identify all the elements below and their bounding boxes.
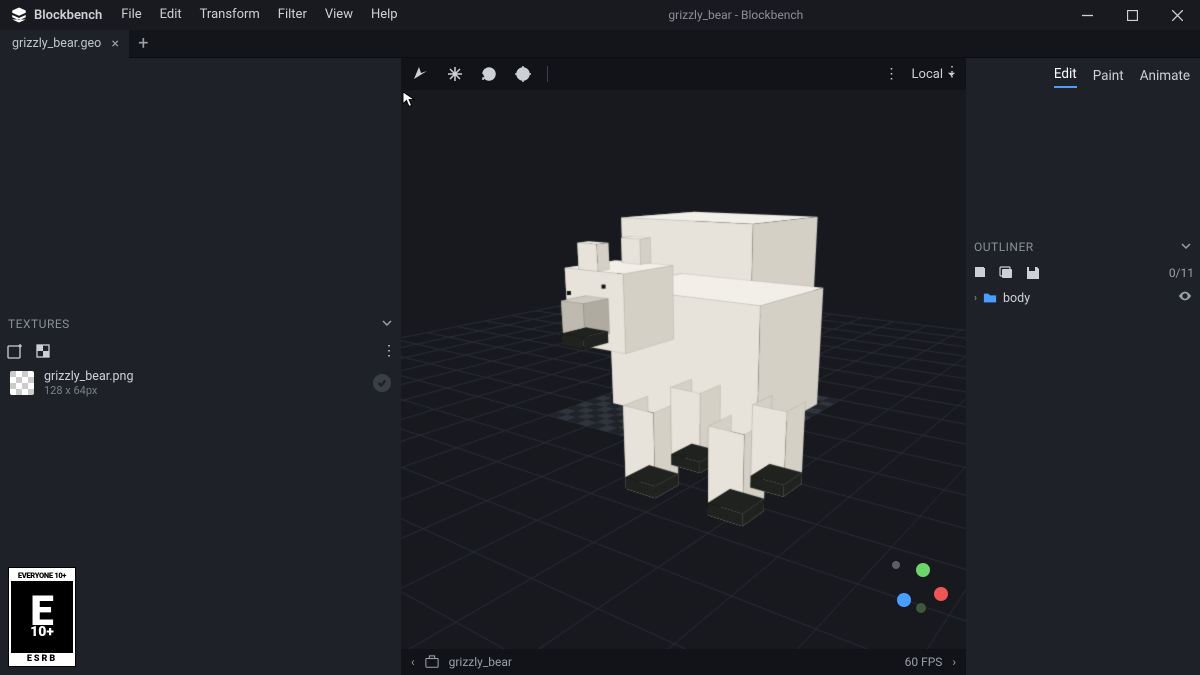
pivot-tool-icon[interactable] <box>513 64 533 84</box>
add-texture-button[interactable] <box>6 342 24 360</box>
viewport-overflow-icon[interactable]: ⋮ <box>945 64 958 80</box>
texture-item[interactable]: grizzly_bear.png 128 x 64px <box>0 365 401 401</box>
menu-help[interactable]: Help <box>362 0 407 30</box>
add-cube-button[interactable] <box>972 264 990 282</box>
esrb-rating: EVERYONE 10+ <box>11 570 73 582</box>
menu-transform[interactable]: Transform <box>191 0 269 30</box>
textures-toolbar: ⋮ <box>0 337 401 365</box>
close-tab-icon[interactable]: × <box>107 36 123 52</box>
viewport-panel: ⋮ Local ⋮ ‹ <box>401 58 966 675</box>
textures-overflow-icon[interactable]: ⋮ <box>382 343 395 359</box>
status-bar: ‹ grizzly_bear 60 FPS › <box>401 649 966 675</box>
new-tab-button[interactable]: + <box>129 30 157 58</box>
outliner-item-label: body <box>1003 291 1030 306</box>
3d-viewport[interactable] <box>401 90 966 649</box>
mode-paint[interactable]: Paint <box>1093 68 1124 88</box>
outliner-count: 0/11 <box>1169 266 1194 280</box>
chevron-down-icon[interactable] <box>1180 240 1192 255</box>
mode-animate[interactable]: Animate <box>1140 68 1190 88</box>
add-group-button[interactable] <box>998 264 1016 282</box>
save-outliner-button[interactable] <box>1024 264 1042 282</box>
file-tabs: grizzly_bear.geo × + <box>0 30 1200 58</box>
chevron-down-icon[interactable] <box>381 317 393 332</box>
model-icon <box>425 655 439 669</box>
texture-applied-icon[interactable] <box>373 374 391 392</box>
left-panel: TEXTURES ⋮ grizzly_bear.png 128 x 64px E… <box>0 58 401 675</box>
transform-space-label: Local <box>912 67 943 82</box>
axis-neg-y-icon[interactable] <box>916 603 926 613</box>
next-button[interactable]: › <box>952 655 956 669</box>
esrb-letter: E <box>30 595 54 629</box>
move-tool-icon[interactable] <box>411 64 431 84</box>
create-texture-button[interactable] <box>34 342 52 360</box>
minimize-button[interactable] <box>1065 0 1110 30</box>
app-name: Blockbench <box>34 8 102 23</box>
outliner-title: OUTLINER <box>974 240 1034 254</box>
main-menu: File Edit Transform Filter View Help <box>112 0 406 30</box>
mode-edit[interactable]: Edit <box>1054 66 1077 88</box>
texture-name: grizzly_bear.png <box>44 369 363 384</box>
prev-button[interactable]: ‹ <box>411 655 415 669</box>
outliner-header[interactable]: OUTLINER <box>966 234 1200 260</box>
maximize-button[interactable] <box>1110 0 1155 30</box>
viewport-toolbar: ⋮ Local ⋮ <box>401 58 966 90</box>
blockbench-icon <box>10 6 28 24</box>
folder-icon <box>983 291 997 305</box>
esrb-brand: ESRB <box>11 653 73 664</box>
texture-thumbnail <box>10 371 34 395</box>
close-button[interactable] <box>1155 0 1200 30</box>
outliner-item[interactable]: › body <box>966 286 1200 310</box>
menu-file[interactable]: File <box>112 0 150 30</box>
orientation-gizmo[interactable] <box>892 561 948 617</box>
esrb-badge: EVERYONE 10+ E 10+ ESRB <box>8 567 76 667</box>
right-panel: Edit Paint Animate OUTLINER 0/11 › body <box>966 58 1200 675</box>
status-model-name: grizzly_bear <box>449 655 512 669</box>
outliner-toolbar: 0/11 <box>966 260 1200 286</box>
app-logo: Blockbench <box>0 6 112 24</box>
axis-z-icon[interactable] <box>897 593 911 607</box>
esrb-age: 10+ <box>30 624 54 640</box>
textures-header[interactable]: TEXTURES <box>0 311 401 337</box>
texture-dimensions: 128 x 64px <box>44 384 363 397</box>
textures-title: TEXTURES <box>8 317 70 331</box>
viewport-cursor-icon <box>402 91 416 112</box>
menu-view[interactable]: View <box>316 0 362 30</box>
axis-y-icon[interactable] <box>916 563 930 577</box>
file-tab-label: grizzly_bear.geo <box>12 36 101 51</box>
window-controls <box>1065 0 1200 30</box>
expand-icon: › <box>974 293 977 304</box>
file-tab[interactable]: grizzly_bear.geo × <box>0 30 129 58</box>
menu-edit[interactable]: Edit <box>151 0 191 30</box>
resize-tool-icon[interactable] <box>445 64 465 84</box>
window-title: grizzly_bear - Blockbench <box>407 8 1065 22</box>
fps-counter: 60 FPS <box>905 655 943 669</box>
visibility-toggle[interactable] <box>1178 289 1192 307</box>
rotate-tool-icon[interactable] <box>479 64 499 84</box>
mode-tabs: Edit Paint Animate <box>966 58 1200 88</box>
axis-x-icon[interactable] <box>934 587 948 601</box>
menu-filter[interactable]: Filter <box>269 0 316 30</box>
toolbar-overflow-icon[interactable]: ⋮ <box>885 66 898 82</box>
title-bar: Blockbench File Edit Transform Filter Vi… <box>0 0 1200 30</box>
